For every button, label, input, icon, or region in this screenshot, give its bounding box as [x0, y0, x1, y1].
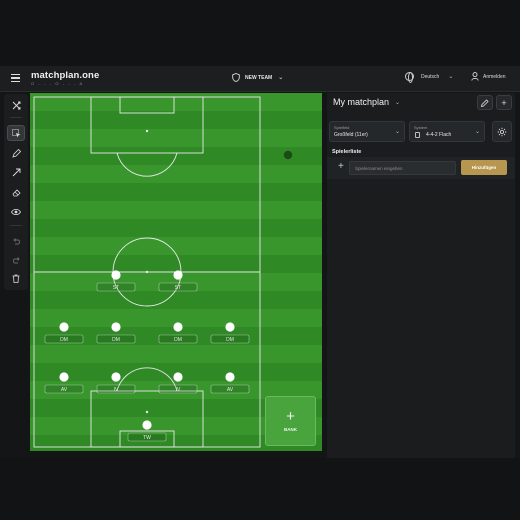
pitch-stripe: [30, 93, 322, 111]
brand-tagline: O - - - O - - - A: [31, 81, 84, 86]
pitch-stripe: [30, 237, 322, 255]
player-position-label: DM: [112, 337, 120, 343]
hamburger-menu-icon[interactable]: [11, 74, 20, 83]
player-dot[interactable]: [173, 270, 183, 280]
player-position-label: IV: [114, 387, 119, 393]
player-dot[interactable]: [142, 420, 152, 430]
language-selector[interactable]: Deutsch ⌄: [405, 72, 454, 83]
eye-icon[interactable]: [7, 204, 25, 220]
matchplan-title: My matchplan: [333, 97, 390, 107]
arrow-tool-icon[interactable]: [7, 164, 25, 180]
right-panel: My matchplan ⌄ + Spielfeld Großfeld (11e…: [327, 93, 515, 458]
matchplan-title-dropdown[interactable]: My matchplan ⌄: [333, 97, 400, 107]
select-tool-icon[interactable]: [7, 125, 25, 141]
pitch-stripe: [30, 183, 322, 201]
player-position-label: AV: [227, 387, 234, 393]
team-name: NEW TEAM: [245, 74, 273, 81]
user-icon: [471, 72, 479, 81]
eraser-tool-icon[interactable]: [7, 184, 25, 200]
redo-icon[interactable]: [7, 252, 25, 268]
spielerliste-heading: Spielerliste: [332, 149, 362, 155]
plus-icon[interactable]: +: [338, 161, 344, 172]
chevron-down-icon: ⌄: [394, 129, 400, 135]
pitch-stripe: [30, 129, 322, 147]
settings-button[interactable]: [492, 121, 512, 142]
formation-icon: [415, 132, 420, 138]
player-add-row: + Spielernamen eingeben Hinzufügen: [327, 157, 515, 179]
ball-icon: [283, 150, 293, 160]
spielfeld-select[interactable]: Spielfeld Großfeld (11er) ⌄: [329, 121, 405, 142]
plus-icon: +: [286, 408, 295, 425]
chevron-down-icon: ⌄: [448, 74, 454, 80]
bench-button[interactable]: + BANK: [265, 396, 316, 446]
login-label: Anmelden: [483, 73, 506, 80]
pitch-stripe: [30, 219, 322, 237]
language-label: Deutsch: [421, 73, 440, 80]
player-dot[interactable]: [225, 372, 235, 382]
edit-button[interactable]: [477, 95, 493, 110]
bottom-penalty-spot: [145, 410, 149, 414]
player-dot[interactable]: [59, 372, 69, 382]
top-penalty-spot: [145, 129, 149, 133]
trash-icon[interactable]: [7, 270, 25, 286]
center-spot: [145, 270, 149, 274]
player-dot[interactable]: [225, 322, 235, 332]
draw-tool-icon[interactable]: [7, 145, 25, 161]
shield-icon: [232, 73, 240, 82]
player-position-label: DM: [226, 337, 234, 343]
login-button[interactable]: Anmelden: [471, 72, 506, 81]
player-dot[interactable]: [173, 322, 183, 332]
gear-icon: [497, 127, 507, 136]
tool-sidebar: [4, 94, 28, 290]
player-dot[interactable]: [111, 372, 121, 382]
pitch-canvas[interactable]: ST ST DM DM DM DM AV IV IV AV TW + BANK: [30, 93, 322, 451]
add-matchplan-button[interactable]: +: [496, 95, 512, 110]
toolbar-divider: [10, 225, 22, 226]
chevron-down-icon: ⌄: [278, 75, 284, 81]
pitch-stripe: [30, 345, 322, 363]
pitch-stripe: [30, 111, 322, 129]
player-position-label: ST: [175, 285, 181, 291]
player-position-label: ST: [113, 285, 119, 291]
player-dot[interactable]: [173, 372, 183, 382]
pitch-stripe: [30, 255, 322, 273]
chevron-down-icon: ⌄: [474, 129, 480, 135]
player-dot[interactable]: [111, 322, 121, 332]
top-letterbox: [0, 0, 520, 66]
system-caption: System: [414, 125, 428, 130]
spielfeld-value: Großfeld (11er): [334, 132, 368, 138]
globe-icon: [405, 72, 414, 83]
player-dot[interactable]: [59, 322, 69, 332]
shuffle-tool-icon[interactable]: [7, 97, 25, 113]
add-player-button[interactable]: Hinzufügen: [461, 160, 507, 175]
spielfeld-caption: Spielfeld: [334, 125, 350, 130]
toolbar-divider: [10, 117, 22, 118]
player-position-label: DM: [60, 337, 68, 343]
pitch-stripe: [30, 201, 322, 219]
plus-icon: +: [501, 97, 507, 108]
pitch-stripe: [30, 165, 322, 183]
player-position-label: IV: [176, 387, 181, 393]
player-name-input[interactable]: Spielernamen eingeben: [349, 161, 456, 175]
app-header: matchplan.one O - - - O - - - A NEW TEAM…: [0, 66, 520, 92]
app-frame: matchplan.one O - - - O - - - A NEW TEAM…: [0, 0, 520, 520]
player-dot[interactable]: [111, 270, 121, 280]
system-select[interactable]: System 4-4-2 Flach ⌄: [409, 121, 485, 142]
pitch-stripe: [30, 291, 322, 309]
brand-logo[interactable]: matchplan.one: [31, 70, 99, 81]
bottom-letterbox: [0, 458, 520, 520]
pencil-icon: [481, 98, 489, 107]
chevron-down-icon: ⌄: [395, 99, 401, 106]
player-position-label: AV: [61, 387, 68, 393]
player-position-label: TW: [143, 435, 151, 441]
team-selector[interactable]: NEW TEAM ⌄: [232, 73, 283, 82]
system-value: 4-4-2 Flach: [426, 132, 452, 138]
bench-label: BANK: [284, 427, 297, 432]
player-position-label: DM: [174, 337, 182, 343]
undo-icon[interactable]: [7, 233, 25, 249]
